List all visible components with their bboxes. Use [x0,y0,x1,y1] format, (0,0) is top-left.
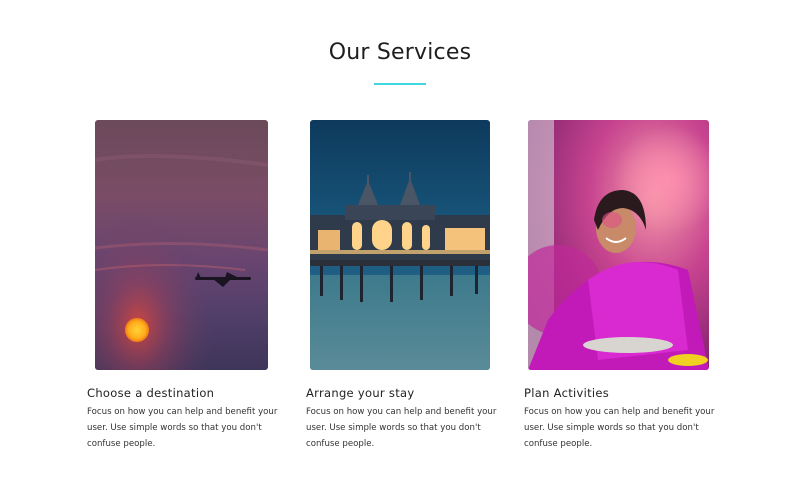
sunset-airplane-image [95,120,268,370]
card-text-activities: Focus on how you can help and benefit yo… [524,407,715,449]
service-card-destination [95,120,268,370]
card-title-activities: Plan Activities [524,386,610,400]
holi-festival-woman-image [528,120,709,370]
card-text-destination: Focus on how you can help and benefit yo… [87,407,278,449]
pier-hotel-night-image [310,120,490,370]
service-card-stay [310,120,490,370]
service-card-activities [528,120,709,370]
section-title: Our Services [328,40,472,65]
card-title-stay: Arrange your stay [306,386,415,400]
title-underline [374,83,426,85]
card-title-destination: Choose a destination [87,386,215,400]
card-text-stay: Focus on how you can help and benefit yo… [306,407,497,449]
